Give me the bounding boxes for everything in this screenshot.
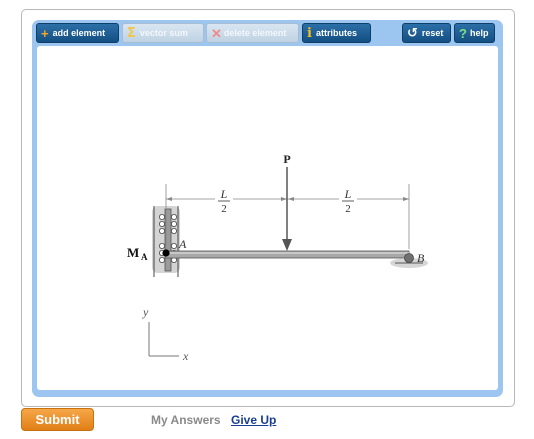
delete-x-icon: ✕ [211, 25, 222, 41]
delete-element-button[interactable]: ✕ delete element [206, 23, 299, 43]
dim-numerator-left: L [220, 187, 228, 201]
reset-label: reset [421, 28, 444, 38]
reset-icon: ↺ [407, 25, 418, 41]
force-p-arrowhead [282, 239, 292, 251]
y-axis-label: y [142, 305, 149, 319]
attributes-button[interactable]: i attributes [302, 23, 371, 43]
submit-button[interactable]: Submit [21, 408, 94, 431]
dim-arrow-mid-right [288, 197, 294, 201]
dim-denominator-left: 2 [221, 203, 227, 215]
moment-label: M [127, 245, 139, 260]
give-up-link[interactable]: Give Up [231, 413, 276, 427]
plus-icon: + [41, 25, 49, 41]
point-a-label: A [178, 237, 187, 251]
attributes-label: attributes [315, 28, 357, 38]
dim-arrow-left [166, 197, 172, 201]
drawing-tool-panel: + add element Σ vector sum ✕ delete elem… [32, 20, 503, 397]
moment-subscript: A [141, 252, 148, 262]
roller-b [404, 253, 414, 263]
x-axis-label: x [182, 349, 189, 363]
delete-element-label: delete element [223, 28, 287, 38]
add-element-label: add element [52, 28, 106, 38]
reset-button[interactable]: ↺ reset [402, 23, 451, 43]
vector-sum-label: vector sum [139, 28, 188, 38]
beam-diagram: L 2 L 2 P M A A B y x [127, 152, 428, 363]
vector-sum-button[interactable]: Σ vector sum [122, 23, 204, 43]
force-p-label: P [283, 152, 290, 166]
dim-numerator-right: L [344, 187, 352, 201]
my-answers-link[interactable]: My Answers [151, 413, 221, 427]
dim-arrow-right [403, 197, 409, 201]
drawing-canvas[interactable]: L 2 L 2 P M A A B y x [37, 46, 498, 390]
beam [164, 250, 410, 259]
dim-arrow-mid-left [281, 197, 287, 201]
problem-frame: + add element Σ vector sum ✕ delete elem… [21, 9, 515, 407]
help-button[interactable]: ? help [454, 23, 495, 43]
help-icon: ? [459, 25, 467, 41]
info-icon: i [307, 25, 312, 41]
point-b-label: B [417, 251, 425, 265]
add-element-button[interactable]: + add element [36, 23, 119, 43]
sigma-icon: Σ [127, 25, 136, 41]
help-label: help [469, 28, 489, 38]
dim-denominator-right: 2 [345, 203, 351, 215]
point-a-dot [162, 249, 170, 257]
